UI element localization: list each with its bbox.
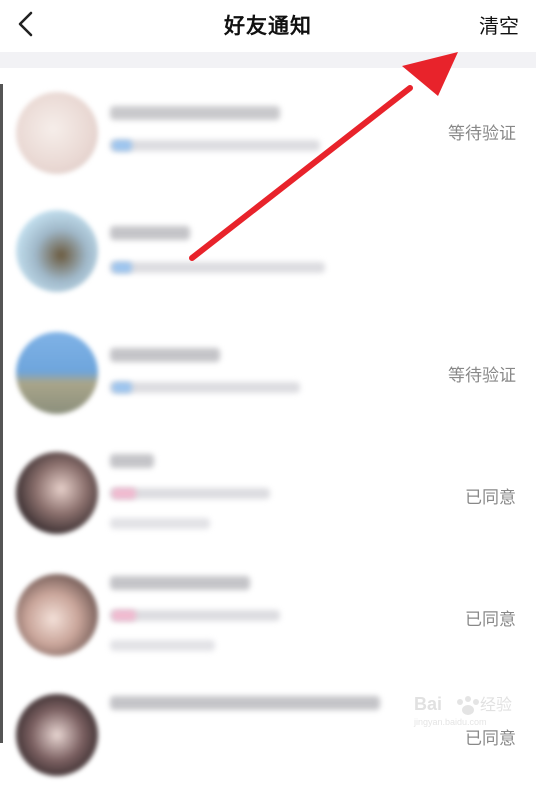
blurred-name <box>110 576 250 590</box>
avatar <box>16 694 98 776</box>
blurred-source <box>110 262 325 273</box>
watermark-jingyan: 经验 <box>480 695 512 714</box>
avatar <box>16 452 98 534</box>
blurred-name <box>110 348 220 362</box>
page-title: 好友通知 <box>224 14 312 38</box>
blurred-name <box>110 106 280 120</box>
status-label: 等待验证 <box>448 124 516 144</box>
source-tag <box>112 140 132 151</box>
source-tag <box>112 382 132 393</box>
list-item[interactable]: 已同意 <box>0 446 536 568</box>
blurred-message <box>110 518 210 529</box>
paw-logo-icon: Bai 经验 jingyan.baidu.com <box>413 694 512 727</box>
clear-button[interactable]: 清空 <box>479 10 519 39</box>
friend-notification-list: 等待验证 等待验证 已同意 已同意 已同意 <box>0 68 536 776</box>
avatar <box>16 332 98 414</box>
blurred-message <box>110 640 215 651</box>
baidu-watermark: Bai 经验 jingyan.baidu.com <box>412 690 522 730</box>
blurred-source <box>110 382 300 393</box>
top-bar: 好友通知 清空 <box>0 0 536 52</box>
list-item[interactable]: 等待验证 <box>0 326 536 448</box>
avatar <box>16 210 98 292</box>
blurred-source <box>110 140 320 151</box>
watermark-url: jingyan.baidu.com <box>413 717 487 727</box>
blurred-name <box>110 226 190 240</box>
list-item[interactable] <box>0 206 536 328</box>
blurred-name <box>110 696 380 710</box>
blurred-name <box>110 454 154 468</box>
source-tag <box>112 610 136 621</box>
list-item[interactable]: 已同意 <box>0 568 536 690</box>
watermark-brand: Bai <box>414 694 442 714</box>
status-label: 等待验证 <box>448 366 516 386</box>
list-item[interactable]: 等待验证 <box>0 84 536 206</box>
avatar <box>16 92 98 174</box>
source-tag <box>112 262 132 273</box>
avatar <box>16 574 98 656</box>
section-divider <box>0 52 536 68</box>
status-label: 已同意 <box>465 610 516 630</box>
source-tag <box>112 488 136 499</box>
status-label: 已同意 <box>465 488 516 508</box>
